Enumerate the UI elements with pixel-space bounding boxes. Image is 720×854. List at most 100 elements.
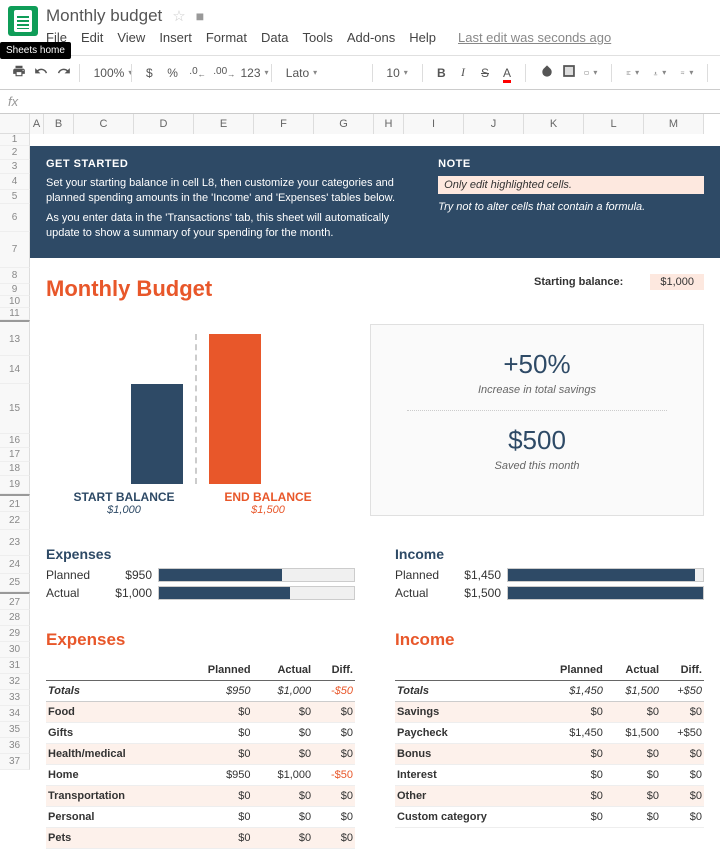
table-cell[interactable]: Totals (46, 680, 177, 701)
row-header-13[interactable]: 13 (0, 320, 30, 356)
col-header-I[interactable]: I (404, 114, 464, 134)
row-header-28[interactable]: 28 (0, 610, 30, 626)
table-cell[interactable]: $0 (313, 848, 355, 854)
table-cell[interactable]: $1,450 (535, 680, 605, 701)
row-header-29[interactable]: 29 (0, 626, 30, 642)
table-cell[interactable]: $1,000 (253, 680, 314, 701)
table-cell[interactable]: Transportation (46, 785, 177, 806)
menu-edit[interactable]: Edit (81, 30, 103, 45)
doc-title[interactable]: Monthly budget (46, 6, 162, 26)
row-header-35[interactable]: 35 (0, 722, 30, 738)
table-cell[interactable]: $950 (177, 764, 252, 785)
table-row[interactable]: Personal$0$0$0 (46, 806, 355, 827)
table-cell[interactable]: $0 (661, 806, 704, 827)
h-align-button[interactable] (622, 64, 643, 82)
expenses-table[interactable]: PlannedActualDiff. Totals$950$1,000-$50F… (46, 660, 355, 854)
table-cell[interactable]: Health/medical (46, 743, 177, 764)
row-header-36[interactable]: 36 (0, 738, 30, 754)
table-cell[interactable]: Utilities (46, 848, 177, 854)
table-cell[interactable]: $1,500 (605, 680, 661, 701)
borders-button[interactable] (558, 62, 574, 83)
table-cell[interactable]: Paycheck (395, 722, 535, 743)
table-row[interactable]: Paycheck$1,450$1,500+$50 (395, 722, 704, 743)
menu-format[interactable]: Format (206, 30, 247, 45)
row-header-32[interactable]: 32 (0, 674, 30, 690)
menu-data[interactable]: Data (261, 30, 288, 45)
income-table[interactable]: PlannedActualDiff. Totals$1,450$1,500+$5… (395, 660, 704, 828)
col-header-J[interactable]: J (464, 114, 524, 134)
row-header-22[interactable]: 22 (0, 512, 30, 530)
row-header-37[interactable]: 37 (0, 754, 30, 770)
table-cell[interactable]: $0 (253, 743, 314, 764)
strike-button[interactable]: S (477, 64, 493, 82)
table-cell[interactable]: $0 (177, 827, 252, 848)
row-header-21[interactable]: 21 (0, 494, 30, 512)
col-header-F[interactable]: F (254, 114, 314, 134)
row-header-16[interactable]: 16 (0, 434, 30, 448)
folder-icon[interactable]: ■ (196, 8, 204, 24)
table-cell[interactable]: $0 (605, 806, 661, 827)
row-header-5[interactable]: 5 (0, 190, 30, 204)
table-cell[interactable]: $0 (313, 785, 355, 806)
row-header-9[interactable]: 9 (0, 284, 30, 296)
row-header-14[interactable]: 14 (0, 356, 30, 384)
row-header-18[interactable]: 18 (0, 462, 30, 476)
table-cell[interactable]: $0 (661, 743, 704, 764)
select-all-corner[interactable] (0, 114, 30, 134)
print-icon[interactable] (8, 62, 24, 83)
percent-button[interactable]: % (163, 64, 179, 82)
row-header-15[interactable]: 15 (0, 384, 30, 434)
italic-button[interactable]: I (455, 63, 471, 82)
col-header-C[interactable]: C (74, 114, 134, 134)
table-cell[interactable]: $0 (535, 764, 605, 785)
row-header-23[interactable]: 23 (0, 530, 30, 556)
col-header-L[interactable]: L (584, 114, 644, 134)
row-header-34[interactable]: 34 (0, 706, 30, 722)
col-header-E[interactable]: E (194, 114, 254, 134)
table-row[interactable]: Home$950$1,000-$50 (46, 764, 355, 785)
menu-help[interactable]: Help (409, 30, 436, 45)
table-cell[interactable]: $0 (661, 785, 704, 806)
table-cell[interactable]: $0 (253, 722, 314, 743)
row-header-1[interactable]: 1 (0, 134, 30, 146)
table-cell[interactable]: Custom category (395, 806, 535, 827)
row-header-19[interactable]: 19 (0, 476, 30, 494)
table-cell[interactable]: Savings (395, 701, 535, 722)
table-cell[interactable]: $0 (661, 701, 704, 722)
table-cell[interactable]: $0 (253, 806, 314, 827)
row-header-11[interactable]: 11 (0, 308, 30, 320)
row-header-4[interactable]: 4 (0, 174, 30, 190)
row-header-8[interactable]: 8 (0, 268, 30, 284)
undo-icon[interactable] (30, 62, 46, 83)
table-cell[interactable]: Interest (395, 764, 535, 785)
table-row[interactable]: Health/medical$0$0$0 (46, 743, 355, 764)
table-cell[interactable]: $0 (253, 827, 314, 848)
table-cell[interactable]: $0 (177, 806, 252, 827)
row-header-31[interactable]: 31 (0, 658, 30, 674)
table-row[interactable]: Food$0$0$0 (46, 701, 355, 722)
table-row[interactable]: Pets$0$0$0 (46, 827, 355, 848)
table-cell[interactable]: $1,000 (253, 764, 314, 785)
table-cell[interactable]: $0 (605, 701, 661, 722)
number-format-dropdown[interactable]: 123 (236, 64, 261, 82)
row-header-27[interactable]: 27 (0, 592, 30, 610)
sheets-logo[interactable] (8, 6, 38, 36)
table-cell[interactable]: $0 (177, 743, 252, 764)
col-header-A[interactable]: A (30, 114, 44, 134)
table-row[interactable]: Transportation$0$0$0 (46, 785, 355, 806)
row-header-10[interactable]: 10 (0, 296, 30, 308)
table-row[interactable]: Custom category$0$0$0 (395, 806, 704, 827)
table-cell[interactable]: Totals (395, 680, 535, 701)
table-cell[interactable]: $0 (605, 743, 661, 764)
table-row[interactable]: Interest$0$0$0 (395, 764, 704, 785)
col-header-K[interactable]: K (524, 114, 584, 134)
table-cell[interactable]: $0 (535, 743, 605, 764)
menu-insert[interactable]: Insert (159, 30, 192, 45)
table-cell[interactable]: Personal (46, 806, 177, 827)
currency-button[interactable]: $ (141, 64, 157, 82)
table-cell[interactable]: $0 (253, 848, 314, 854)
merge-button[interactable] (580, 64, 601, 82)
row-header-2[interactable]: 2 (0, 146, 30, 160)
col-header-H[interactable]: H (374, 114, 404, 134)
text-color-button[interactable]: A (499, 64, 515, 82)
